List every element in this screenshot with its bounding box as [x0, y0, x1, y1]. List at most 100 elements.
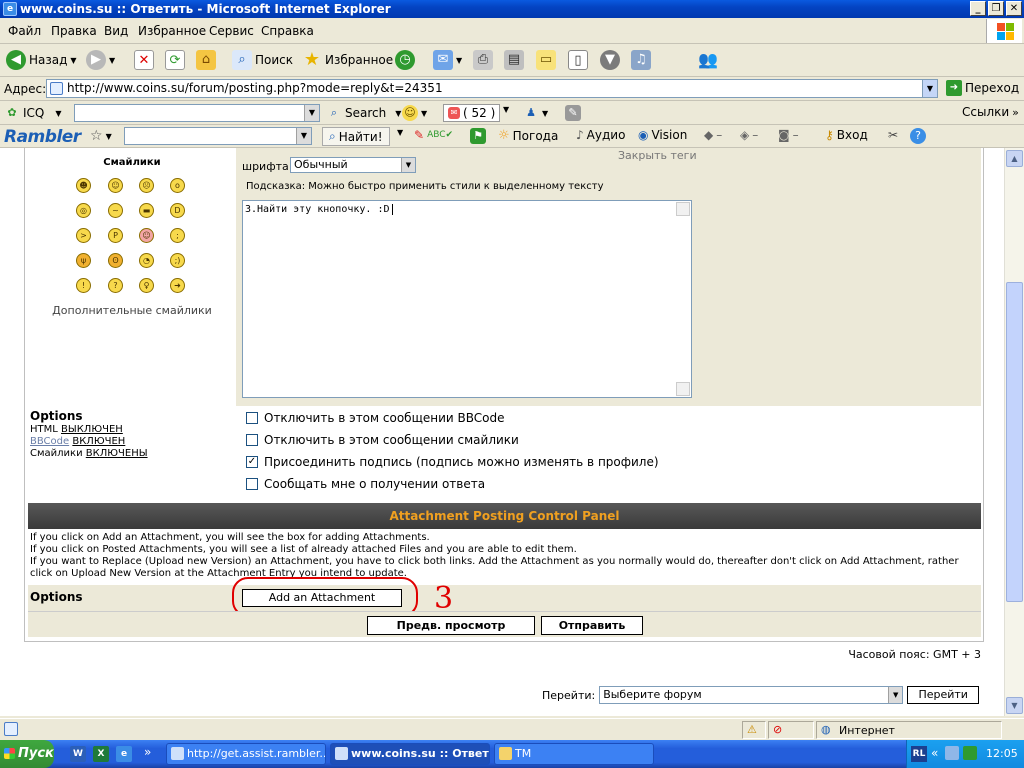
stop-button[interactable]: ✕	[134, 50, 154, 70]
back-button[interactable]: ◀ Назад ▼	[6, 50, 77, 70]
close-button[interactable]: ✕	[1006, 1, 1022, 16]
rambler-logo[interactable]: Rambler	[4, 127, 81, 147]
users-button[interactable]: 👥	[698, 50, 718, 70]
print-button[interactable]: ⎙	[473, 50, 493, 70]
scroll-up-button[interactable]: ▲	[1006, 150, 1023, 167]
research-button[interactable]: ▼	[600, 50, 620, 70]
menu-file[interactable]: Файл	[8, 24, 41, 38]
attach-signature-checkbox[interactable]: ✓	[246, 456, 258, 468]
vision-button[interactable]: ◉ Vision	[638, 128, 687, 142]
more-smilies-link[interactable]: Дополнительные смайлики	[28, 304, 236, 317]
bbcode-link[interactable]: BBCode	[30, 436, 69, 447]
word-icon[interactable]: W	[70, 746, 86, 762]
rambler-search-input[interactable]: ▼	[124, 127, 312, 145]
ie-quick-icon[interactable]: e	[116, 746, 132, 762]
discuss-button[interactable]: ▭	[536, 50, 556, 70]
idea-icon[interactable]: ♀	[139, 278, 154, 293]
login-button[interactable]: ⚷ Вход	[825, 128, 868, 142]
disable-smilies-checkbox[interactable]	[246, 434, 258, 446]
language-indicator[interactable]: RL	[911, 746, 927, 762]
notify-reply-option[interactable]: Сообщать мне о получении ответа	[246, 477, 485, 491]
icq-smiley-button[interactable]: ☺ ▼	[402, 105, 427, 121]
rambler-tool-1[interactable]: ◆ –	[704, 128, 722, 142]
tray-expand-icon[interactable]: «	[931, 746, 938, 760]
jump-button[interactable]: Перейти	[907, 686, 980, 704]
disable-smilies-option[interactable]: Отключить в этом сообщении смайлики	[246, 433, 519, 447]
textarea-scroll-up[interactable]	[676, 202, 690, 216]
refresh-button[interactable]: ⟳	[165, 50, 185, 70]
font-size-select[interactable]: Обычный ▼	[290, 157, 416, 173]
messenger-button[interactable]: ▯	[568, 50, 588, 70]
menu-view[interactable]: Вид	[104, 24, 128, 38]
menu-favorites[interactable]: Избранное	[138, 24, 206, 38]
links-button[interactable]: Ссылки »	[962, 105, 1019, 119]
network-icon[interactable]	[945, 746, 959, 760]
search-button[interactable]: ⌕ Поиск	[232, 50, 293, 70]
media-button[interactable]: ♫	[631, 50, 651, 70]
menu-help[interactable]: Справка	[261, 24, 314, 38]
rambler-tool-3[interactable]: ◙ –	[778, 128, 799, 142]
scroll-thumb[interactable]	[1006, 282, 1023, 602]
excel-icon[interactable]: X	[93, 746, 109, 762]
settings-button[interactable]: ✂	[888, 128, 898, 142]
icq-eraser-button[interactable]: ✎	[565, 105, 581, 121]
arrow-icon[interactable]: ➜	[170, 278, 185, 293]
help-button[interactable]: ?	[910, 128, 926, 144]
smiley-twisted-icon[interactable]: ʘ	[108, 253, 123, 268]
task-coins[interactable]: www.coins.su :: Ответ...	[330, 743, 490, 765]
forward-button[interactable]: ▶ ▼	[86, 50, 115, 70]
submit-button[interactable]: Отправить	[541, 616, 643, 635]
preview-button[interactable]: Предв. просмотр	[367, 616, 535, 635]
textarea-scroll-down[interactable]	[676, 382, 690, 396]
vertical-scrollbar[interactable]: ▲ ▼	[1004, 148, 1024, 716]
go-button[interactable]: ➜ Переход	[946, 80, 1019, 96]
smiley-wink-icon[interactable]: ;)	[170, 253, 185, 268]
history-button[interactable]: ◷	[395, 50, 415, 70]
smiley-surprised-icon[interactable]: o	[170, 178, 185, 193]
icq-button[interactable]: ✿ ICQ ▼	[4, 105, 61, 121]
start-button[interactable]: Пуск	[0, 740, 54, 768]
smiley-shocked-icon[interactable]: ◎	[76, 203, 91, 218]
menu-tools[interactable]: Сервис	[209, 24, 254, 38]
close-tags-link[interactable]: Закрыть теги	[618, 149, 697, 162]
rambler-green-button[interactable]: ⚑	[470, 128, 486, 144]
minimize-button[interactable]: _	[970, 1, 986, 16]
notify-reply-checkbox[interactable]	[246, 478, 258, 490]
forum-select[interactable]: Выберите форум ▼	[599, 686, 904, 704]
audio-button[interactable]: ♪ Аудио	[576, 128, 625, 142]
rambler-highlight-button[interactable]: ✎ ABC✔	[414, 128, 453, 142]
attach-signature-option[interactable]: ✓ Присоединить подпись (подпись можно из…	[246, 455, 659, 469]
smiley-rolleyes-icon[interactable]: ◔	[139, 253, 154, 268]
disable-bbcode-checkbox[interactable]	[246, 412, 258, 424]
scroll-down-button[interactable]: ▼	[1006, 697, 1023, 714]
exclamation-icon[interactable]: !	[76, 278, 91, 293]
smiley-cry-icon[interactable]: ;	[170, 228, 185, 243]
edit-button[interactable]: ▤	[504, 50, 524, 70]
smiley-sad-icon[interactable]: ☹	[139, 178, 154, 193]
rambler-find-button[interactable]: ⌕ Найти!	[322, 127, 390, 146]
smiley-cool-icon[interactable]: ▬	[139, 203, 154, 218]
task-rambler[interactable]: http://get.assist.rambler...	[166, 743, 326, 765]
icq-count-dropdown[interactable]: ▼	[503, 105, 509, 114]
task-tm[interactable]: TM	[494, 743, 654, 765]
address-input[interactable]: http://www.coins.su/forum/posting.php?mo…	[46, 79, 938, 98]
icq-search-input[interactable]: ▼	[74, 104, 320, 122]
favorites-button[interactable]: ★ Избранное	[302, 50, 393, 70]
icq-count-button[interactable]: ✉ ( 52 )	[443, 104, 501, 122]
smiley-mad-icon[interactable]: >	[76, 228, 91, 243]
smiley-grin-icon[interactable]: ☻	[76, 178, 91, 193]
menu-edit[interactable]: Правка	[51, 24, 97, 38]
maximize-button[interactable]: ❐	[988, 1, 1004, 16]
smiley-evil-icon[interactable]: ψ	[76, 253, 91, 268]
smiley-laugh-icon[interactable]: D	[170, 203, 185, 218]
disable-bbcode-option[interactable]: Отключить в этом сообщении BBCode	[246, 411, 505, 425]
home-button[interactable]: ⌂	[196, 50, 216, 70]
smiley-razz-icon[interactable]: P	[108, 228, 123, 243]
rambler-bookmark-button[interactable]: ☆ ▼	[90, 128, 112, 144]
icq-person-button[interactable]: ♟ ▼	[523, 105, 548, 121]
quicklaunch-more-icon[interactable]: »	[144, 745, 151, 759]
mail-button[interactable]: ✉ ▼	[433, 50, 462, 70]
question-icon[interactable]: ?	[108, 278, 123, 293]
smiley-smile-icon[interactable]: ☺	[108, 178, 123, 193]
icq-search-button[interactable]: ⌕ Search ▼	[326, 105, 401, 121]
